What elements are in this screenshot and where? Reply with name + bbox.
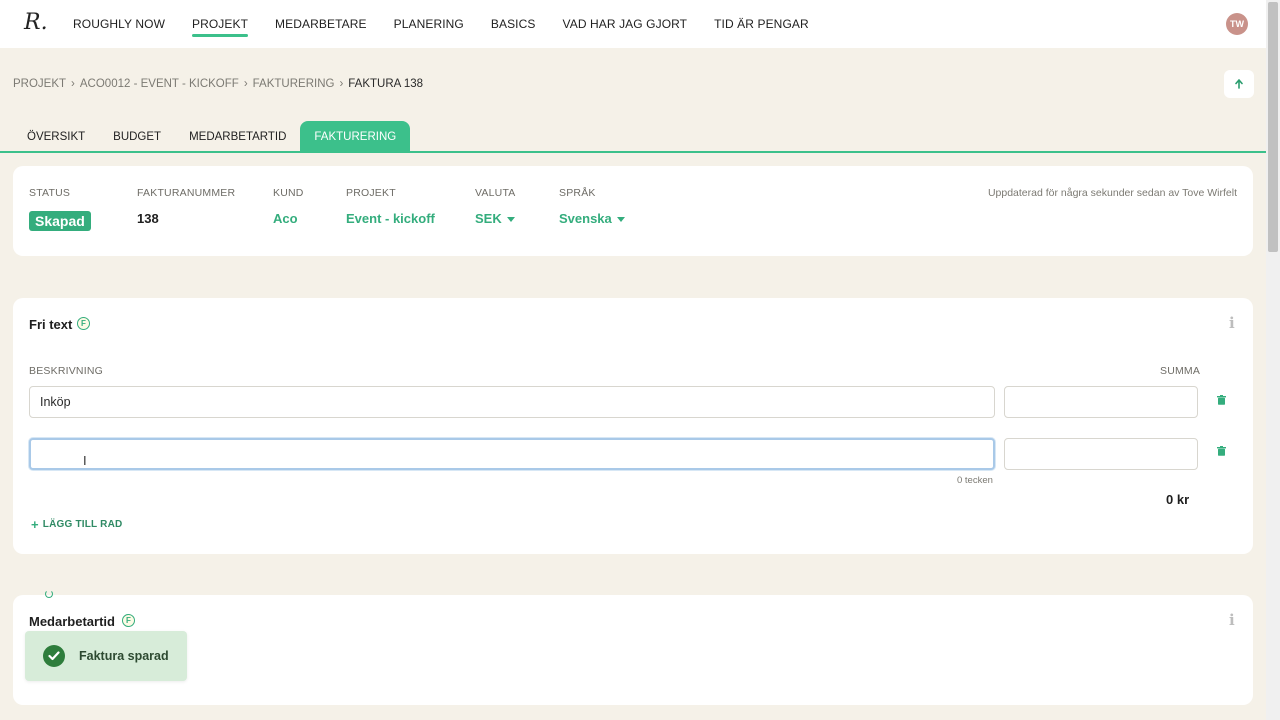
sum-column-label: SUMMA [1160, 365, 1201, 377]
nav-item-planering[interactable]: PLANERING [394, 0, 464, 48]
project-label: PROJEKT [346, 187, 396, 199]
medarbetartid-title: Medarbetartid [29, 614, 115, 629]
trash-icon[interactable] [1217, 446, 1226, 456]
status-label: STATUS [29, 187, 71, 199]
toast-notification: Faktura sparad [25, 631, 187, 681]
info-icon[interactable]: i [1229, 611, 1239, 629]
invoice-info-card: STATUS Skapad FAKTURANUMMER 138 KUND Aco… [13, 166, 1253, 256]
f-badge-icon: F [77, 317, 90, 330]
check-icon [43, 645, 65, 667]
sum-input[interactable] [1004, 386, 1198, 418]
breadcrumb: PROJEKT › ACO0012 - EVENT - KICKOFF › FA… [13, 78, 423, 90]
loading-spinner-icon [45, 590, 53, 598]
description-input[interactable] [29, 438, 995, 470]
trash-icon[interactable] [1217, 395, 1226, 405]
add-row-button[interactable]: + LÄGG TILL RAD [31, 517, 122, 532]
upload-icon [1235, 78, 1243, 89]
breadcrumb-fakturering[interactable]: FAKTURERING [253, 78, 335, 90]
top-navigation: R. ROUGHLY NOW PROJEKT MEDARBETARE PLANE… [0, 0, 1266, 48]
tab-oversikt[interactable]: ÖVERSIKT [13, 121, 99, 152]
nav-menu: ROUGHLY NOW PROJEKT MEDARBETARE PLANERIN… [73, 0, 836, 48]
description-input[interactable]: Inköp [29, 386, 995, 418]
breadcrumb-separator: › [243, 78, 248, 90]
project-link[interactable]: Event - kickoff [346, 211, 435, 226]
app-logo[interactable]: R. [24, 10, 48, 35]
project-tabs: ÖVERSIKT BUDGET MEDARBETARTID FAKTURERIN… [13, 121, 411, 152]
description-column-label: BESKRIVNING [29, 365, 103, 377]
language-dropdown[interactable]: Svenska [559, 211, 625, 226]
total-amount: 0 kr [1166, 492, 1190, 507]
invoice-number-label: FAKTURANUMMER [137, 187, 236, 199]
currency-dropdown[interactable]: SEK [475, 211, 515, 226]
page-scrollbar[interactable] [1266, 0, 1280, 720]
tab-underline [0, 151, 1266, 153]
breadcrumb-separator: › [71, 78, 75, 90]
customer-link[interactable]: Aco [273, 211, 298, 226]
updated-text: Uppdaterad för några sekunder sedan av T… [987, 187, 1237, 199]
breadcrumb-projekt[interactable]: PROJEKT [13, 78, 66, 90]
breadcrumb-project[interactable]: ACO0012 - EVENT - KICKOFF [80, 78, 239, 90]
nav-item-basics[interactable]: BASICS [491, 0, 536, 48]
tab-medarbetartid[interactable]: MEDARBETARTID [175, 121, 300, 152]
tab-budget[interactable]: BUDGET [99, 121, 175, 152]
character-count: 0 tecken [957, 475, 993, 486]
medarbetartid-card: Medarbetartid F i [13, 595, 1253, 705]
user-avatar[interactable]: TW [1226, 13, 1248, 35]
sum-input[interactable] [1004, 438, 1198, 470]
scrollbar-thumb[interactable] [1268, 2, 1278, 252]
nav-item-roughly-now[interactable]: ROUGHLY NOW [73, 0, 165, 48]
text-cursor-icon: I [83, 453, 87, 468]
nav-item-vad-har-jag-gjort[interactable]: VAD HAR JAG GJORT [563, 0, 688, 48]
currency-value: SEK [475, 211, 502, 226]
toast-message: Faktura sparad [79, 649, 169, 663]
nav-item-projekt[interactable]: PROJEKT [192, 0, 249, 48]
tab-fakturering[interactable]: FAKTURERING [300, 121, 411, 152]
status-badge: Skapad [29, 211, 91, 231]
add-row-label: LÄGG TILL RAD [42, 519, 123, 530]
breadcrumb-current: FAKTURA 138 [348, 78, 424, 90]
f-badge-icon: F [122, 614, 135, 627]
language-value: Svenska [559, 211, 612, 226]
fri-text-title: Fri text [29, 317, 73, 332]
caret-down-icon [506, 217, 515, 223]
nav-item-medarbetare[interactable]: MEDARBETARE [275, 0, 367, 48]
caret-down-icon [616, 217, 625, 223]
currency-label: VALUTA [475, 187, 516, 199]
invoice-number-value: 138 [137, 211, 159, 226]
breadcrumb-separator: › [339, 78, 344, 90]
plus-icon: + [31, 517, 39, 532]
fri-text-card: Fri text F i BESKRIVNING SUMMA Inköp 0 t… [13, 298, 1253, 554]
info-icon[interactable]: i [1229, 314, 1239, 332]
language-label: SPRÅK [559, 187, 596, 199]
nav-item-tid-ar-pengar[interactable]: TID ÄR PENGAR [714, 0, 809, 48]
customer-label: KUND [273, 187, 304, 199]
export-button[interactable] [1224, 70, 1254, 98]
